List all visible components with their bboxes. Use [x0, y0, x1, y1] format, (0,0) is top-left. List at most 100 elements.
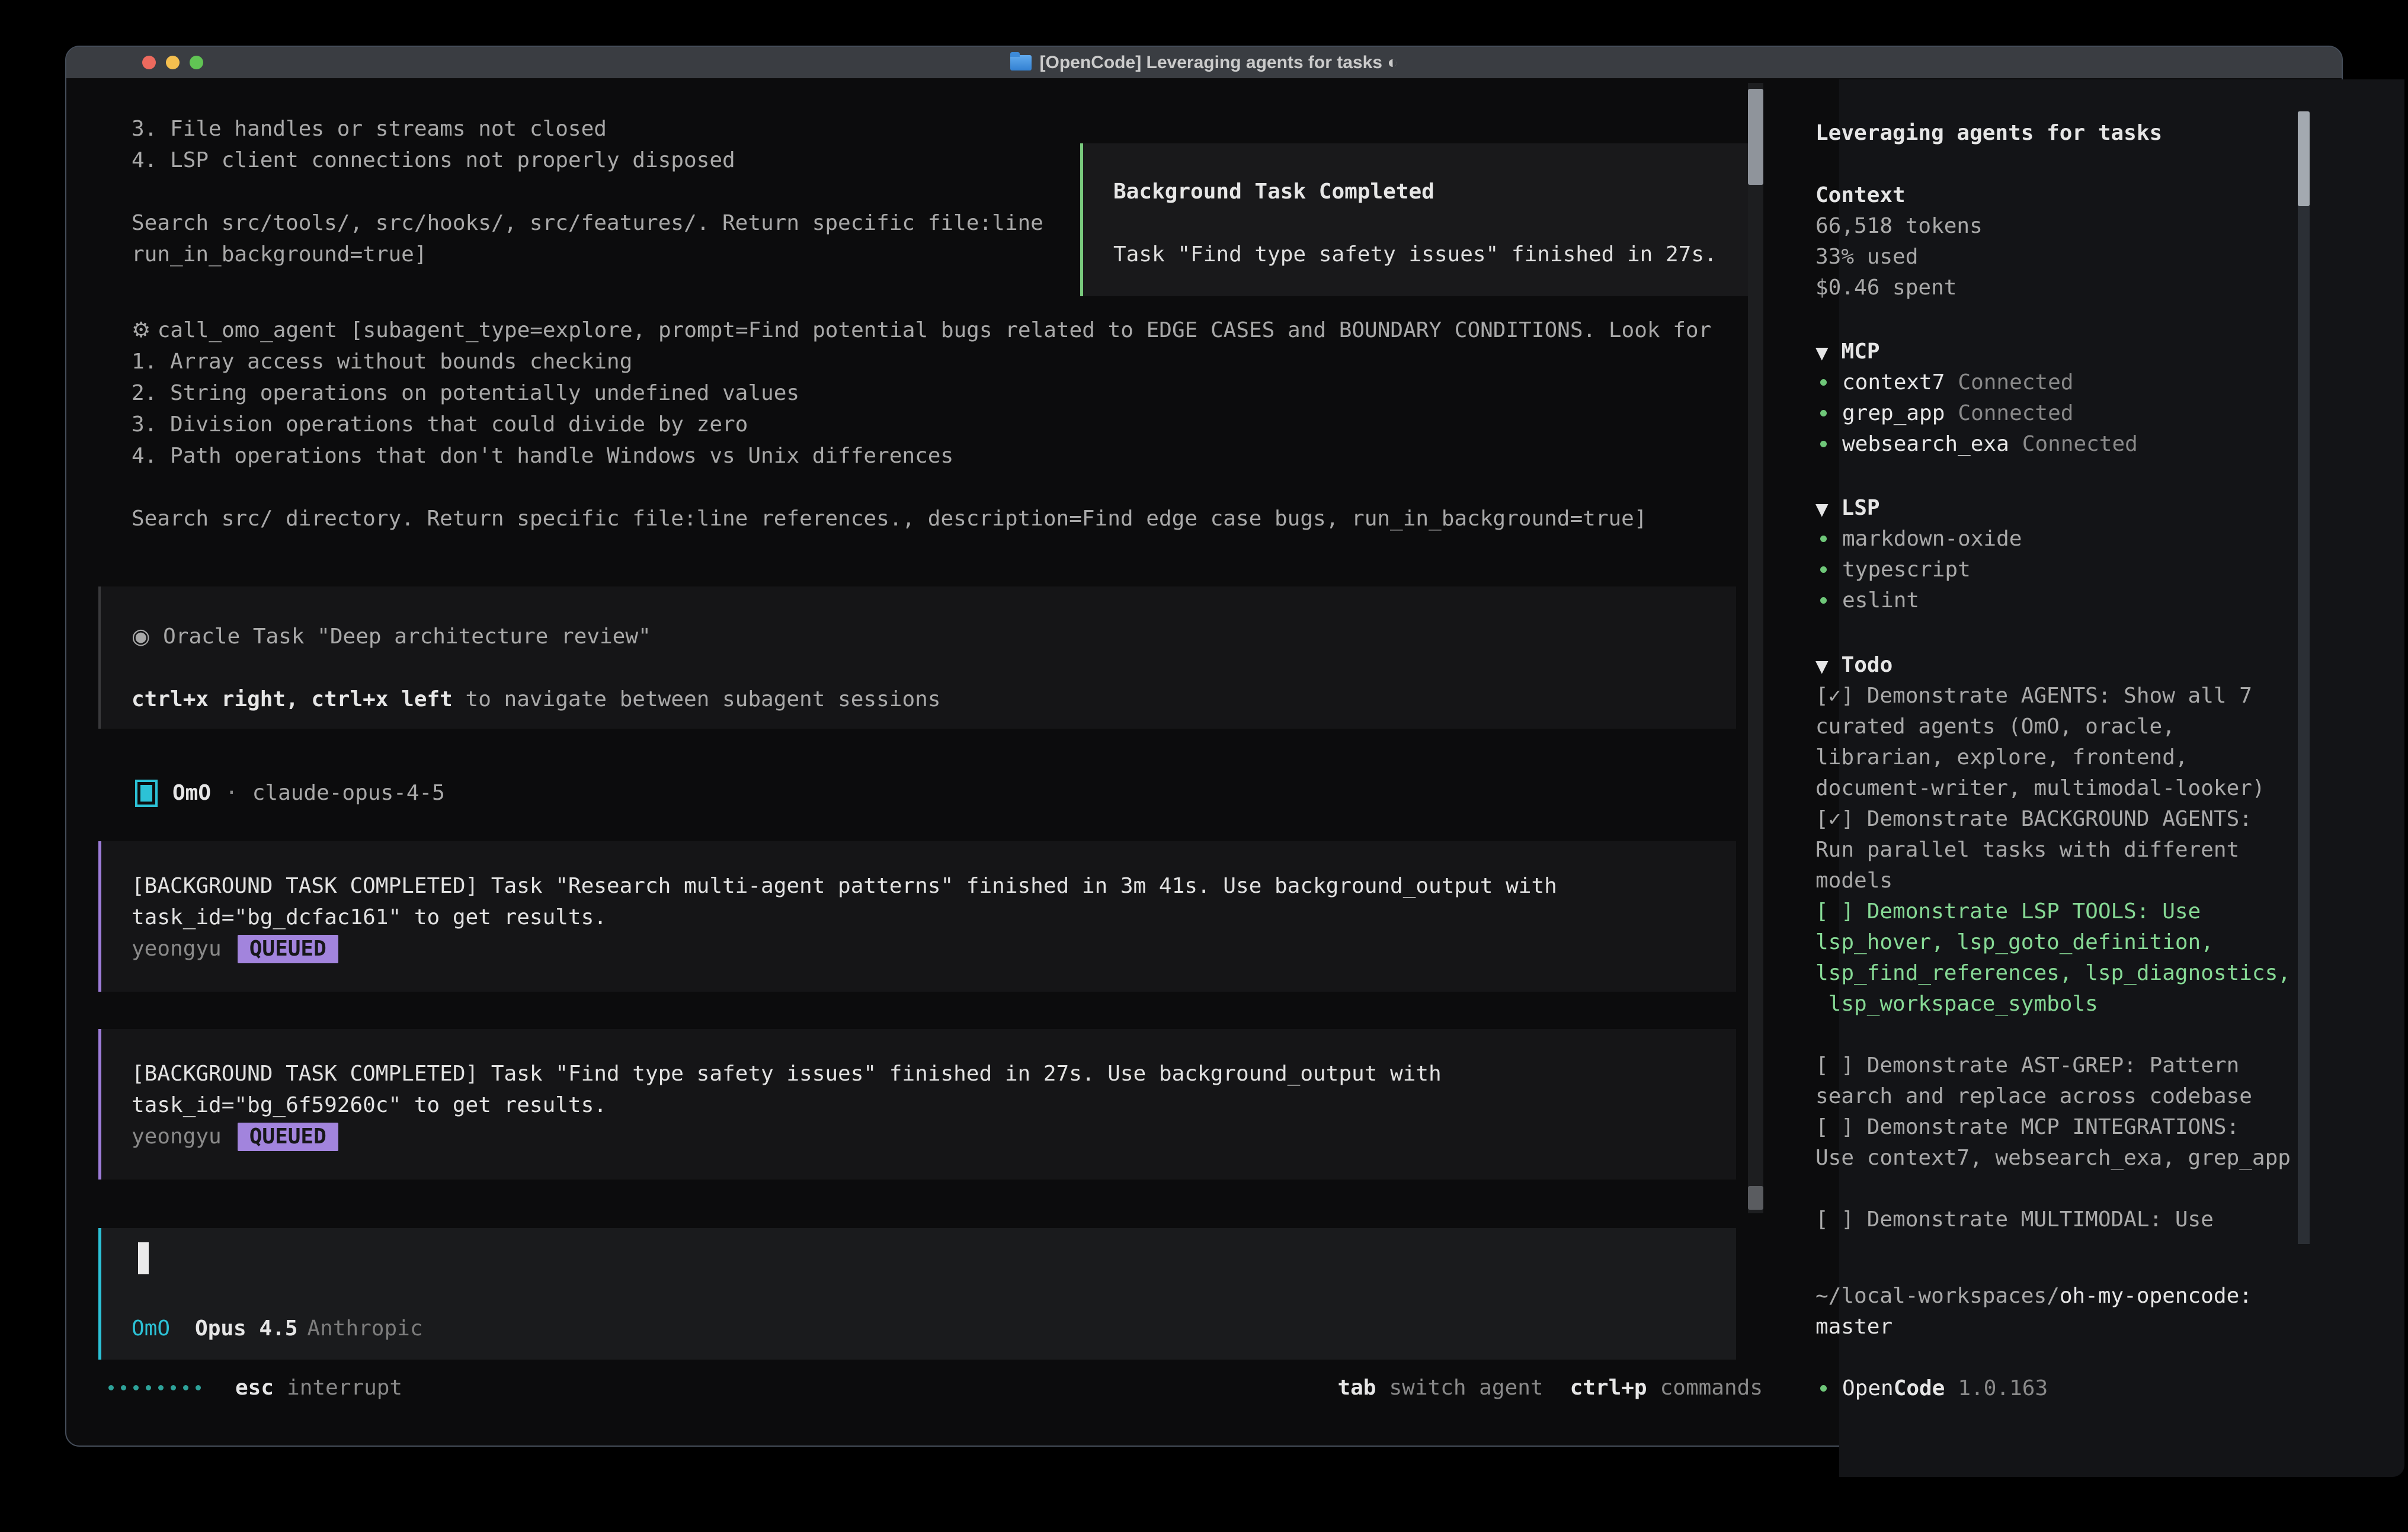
version-line: OpenCode1.0.163 [1815, 1373, 2048, 1404]
lsp-item-name: markdown-oxide [1842, 527, 2022, 551]
background-task-message: [BACKGROUND TASK COMPLETED] Task "Find t… [98, 1029, 1736, 1180]
todo-section-header[interactable]: ▼ Todo [1815, 650, 2307, 681]
text-line: $0.46 spent [1815, 273, 1983, 303]
workspace-branch: master [1815, 1312, 2252, 1342]
tool-call-block: ⚙ call_omo_agent [subagent_type=explore,… [132, 315, 1711, 534]
text-line: Search src/tools/, src/hooks/, src/featu… [132, 207, 1043, 239]
workspace-path-prefix: ~/local-workspaces/ [1815, 1284, 2060, 1308]
agent-model: claude-opus-4-5 [252, 777, 445, 809]
main-scrollbar[interactable] [1748, 83, 1763, 1213]
window-title: [OpenCode] Leveraging agents for tasks ◐ [1040, 47, 1398, 78]
mcp-item: grep_app Connected [1815, 398, 2138, 429]
lsp-item: typescript [1815, 555, 2022, 585]
mcp-section-header[interactable]: ▼MCP [1815, 336, 2138, 367]
main-scrollbar-marker[interactable] [1748, 1186, 1763, 1210]
text-line: 33% used [1815, 242, 1983, 273]
desktop: { "window": { "title": "[OpenCode] Lever… [0, 0, 2408, 1532]
task-message-line2: task_id="bg_dcfac161" to get results. [132, 902, 1736, 933]
text-line: document-writer, multimodal-looker) [1815, 773, 2307, 804]
author-name: yeongyu [132, 933, 222, 964]
folder-icon [1010, 55, 1032, 70]
agent-session-header: OmO · claude-opus-4-5 [135, 777, 445, 809]
notification-spacer [1113, 207, 1757, 239]
text-line: search and replace across codebase [1815, 1081, 2307, 1112]
text-line: Run parallel tasks with different [1815, 835, 2307, 866]
notification-body: Task "Find type safety issues" finished … [1113, 239, 1757, 270]
agent-name: OmO [172, 777, 211, 809]
status-dot-icon [1820, 566, 1827, 573]
esc-key-label: interrupt [287, 1372, 402, 1403]
lsp-section-header[interactable]: ▼LSP [1815, 493, 2022, 524]
workspace-repo: oh-my-opencode: [2060, 1284, 2252, 1308]
workspace-path-line: ~/local-workspaces/oh-my-opencode: [1815, 1281, 2252, 1312]
context-heading: Context [1815, 180, 1983, 211]
sidebar-todo-section: ▼ Todo [✓] Demonstrate AGENTS: Show all 7… [1815, 650, 2307, 1235]
status-badge: QUEUED [238, 935, 338, 963]
lsp-item-name: eslint [1842, 588, 1919, 613]
text-line: [ ] Demonstrate LSP TOOLS: Use [1815, 896, 2307, 927]
text-line: lsp_find_references, lsp_diagnostics, [1815, 958, 2307, 989]
tool-call-first-line: ⚙ call_omo_agent [subagent_type=explore,… [132, 315, 1711, 346]
app-version-number: 1.0.163 [1958, 1376, 2048, 1400]
status-dot-icon [1820, 379, 1827, 386]
oracle-task-title-line: ◉ Oracle Task "Deep architecture review" [132, 621, 1736, 652]
chevron-down-icon: ▼ [1815, 656, 1829, 676]
status-dot-icon [1820, 410, 1827, 416]
text-line: 4. LSP client connections not properly d… [132, 145, 1043, 176]
text-line: 3. Division operations that could divide… [132, 409, 1711, 440]
mcp-item-status: Connected [2022, 432, 2138, 456]
lsp-item: markdown-oxide [1815, 524, 2022, 555]
sidebar-lsp-section: ▼LSP markdown-oxide typescript eslint [1815, 493, 2022, 616]
opencode-version: OpenCode1.0.163 [1815, 1373, 2048, 1404]
input-model-label[interactable]: Opus 4.5 [195, 1313, 297, 1344]
mcp-item-name: websearch_exa [1842, 432, 2009, 456]
task-message-line1: [BACKGROUND TASK COMPLETED] Task "Resear… [132, 870, 1736, 902]
text-line: models [1815, 866, 2307, 896]
ctrlp-key-label: commands [1660, 1372, 1763, 1403]
task-message-footer: yeongyu QUEUED [132, 933, 1736, 964]
record-icon: ◉ [132, 624, 150, 649]
mcp-item-name: grep_app [1842, 401, 1945, 425]
window-title-area: [OpenCode] Leveraging agents for tasks ◐ [66, 47, 2342, 78]
oracle-shortcut-keys: ctrl+x right, ctrl+x left [132, 687, 453, 711]
sidebar-scrollbar[interactable] [2298, 111, 2310, 1244]
text-line: 4. Path operations that don't handle Win… [132, 440, 1711, 472]
status-dot-icon [1820, 536, 1827, 542]
mcp-item-status: Connected [1958, 401, 2073, 425]
tool-call-lines: 1. Array access without bounds checking2… [132, 346, 1711, 534]
ctrlp-key-hint: ctrl+p [1570, 1372, 1647, 1403]
task-message-footer: yeongyu QUEUED [132, 1121, 1736, 1152]
task-message-line2: task_id="bg_6f59260c" to get results. [132, 1089, 1736, 1121]
text-line: [ ] Demonstrate MCP INTEGRATIONS: [1815, 1112, 2307, 1143]
mcp-item: websearch_exa Connected [1815, 429, 2138, 460]
oracle-task-box[interactable]: ◉ Oracle Task "Deep architecture review"… [98, 586, 1736, 729]
text-line: 1. Array access without bounds checking [132, 346, 1711, 377]
todo-heading: Todo [1842, 653, 1893, 677]
text-line: 3. File handles or streams not closed [132, 113, 1043, 145]
main-scrollbar-thumb[interactable] [1748, 89, 1763, 185]
text-line: run_in_background=true] [132, 239, 1043, 270]
tab-key-hint: tab [1337, 1372, 1376, 1403]
chevron-down-icon: ▼ [1815, 499, 1829, 519]
window-titlebar[interactable]: [OpenCode] Leveraging agents for tasks ◐ [66, 47, 2342, 78]
chevron-down-icon: ▼ [1815, 343, 1829, 363]
text-cursor [138, 1242, 149, 1274]
text-line: lsp_hover, lsp_goto_definition, [1815, 927, 2307, 958]
task-message-line1: [BACKGROUND TASK COMPLETED] Task "Find t… [132, 1058, 1736, 1089]
text-line: librarian, explore, frontend, [1815, 742, 2307, 773]
workspace-path: ~/local-workspaces/oh-my-opencode: maste… [1815, 1281, 2252, 1342]
prompt-input[interactable]: OmO Opus 4.5 Anthropic [98, 1228, 1736, 1360]
text-line [132, 176, 1043, 207]
spinner-dots [108, 1385, 201, 1390]
text-line: [✓] Demonstrate AGENTS: Show all 7 [1815, 681, 2307, 711]
text-line: [✓] Demonstrate BACKGROUND AGENTS: [1815, 804, 2307, 835]
background-task-notification: Background Task Completed Task "Find typ… [1080, 143, 1760, 296]
input-agent-label[interactable]: OmO [132, 1313, 170, 1344]
separator-dot: · [225, 777, 238, 809]
text-line: 66,518 tokens [1815, 211, 1983, 242]
todo-list: [✓] Demonstrate AGENTS: Show all 7curate… [1815, 681, 2307, 1235]
sidebar-context-section: Context 66,518 tokens33% used$0.46 spent [1815, 180, 1983, 303]
text-line: lsp_workspace_symbols [1815, 989, 2307, 1020]
sidebar-scrollbar-thumb[interactable] [2298, 111, 2310, 206]
input-provider-label: Anthropic [307, 1313, 422, 1344]
